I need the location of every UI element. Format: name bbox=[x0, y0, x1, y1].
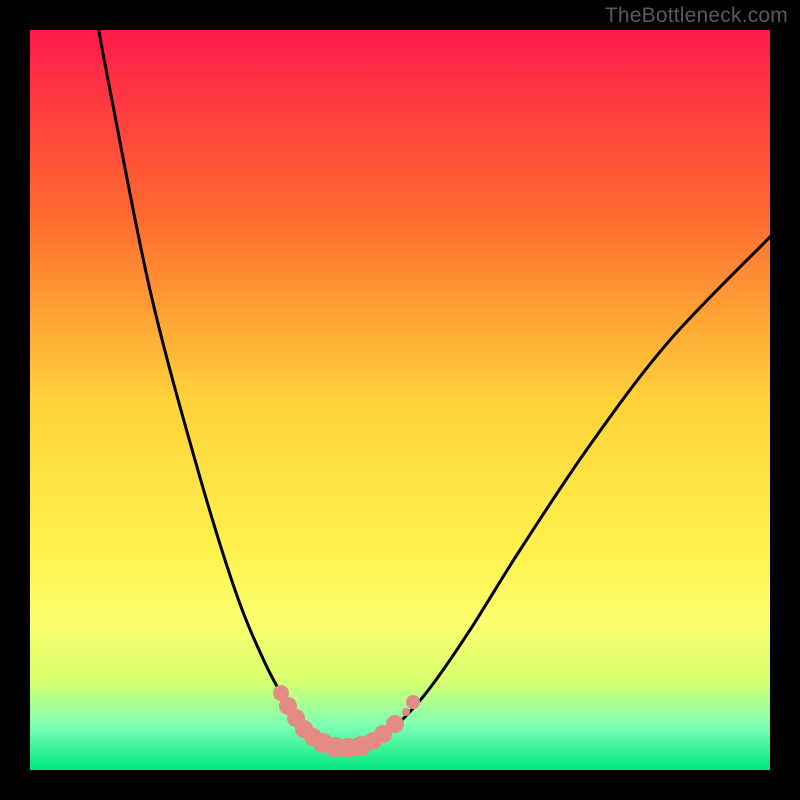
plot-area bbox=[30, 30, 770, 770]
watermark-text: TheBottleneck.com bbox=[605, 4, 788, 28]
plot-svg bbox=[30, 30, 770, 770]
gradient-background bbox=[30, 30, 770, 770]
marker-dot bbox=[386, 715, 404, 733]
marker-dot bbox=[402, 708, 410, 716]
chart-frame: TheBottleneck.com bbox=[0, 0, 800, 800]
marker-dot bbox=[406, 695, 420, 709]
